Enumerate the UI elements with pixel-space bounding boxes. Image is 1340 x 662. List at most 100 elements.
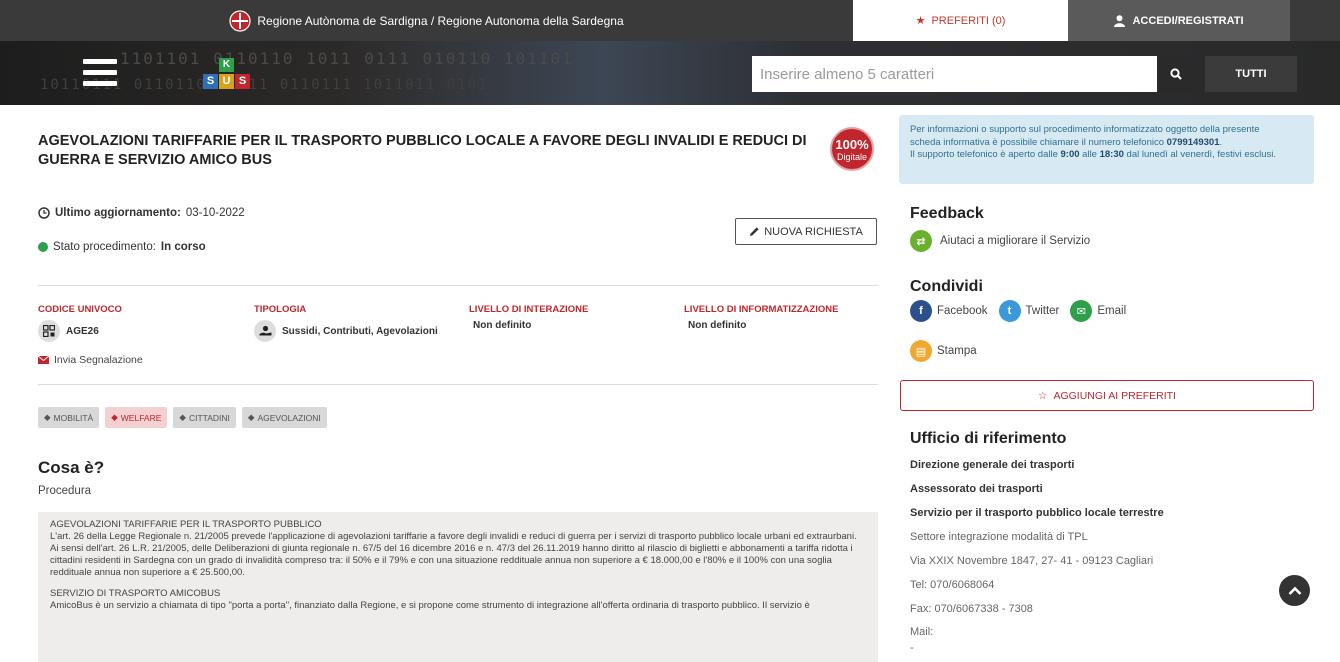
topbar-filler bbox=[1290, 0, 1340, 41]
twitter-icon: t bbox=[998, 300, 1021, 322]
info-line-2-end: . bbox=[1219, 136, 1223, 148]
new-request-label: NUOVA RICHIESTA bbox=[764, 225, 863, 238]
logo-letter-u: U bbox=[219, 74, 234, 89]
info-line-3-mid: alle bbox=[1079, 149, 1100, 160]
report-link[interactable]: Invia Segnalazione bbox=[38, 354, 143, 366]
search-icon bbox=[1170, 68, 1182, 80]
region-banner[interactable]: Regione Autònoma de Sardigna / Regione A… bbox=[0, 0, 853, 41]
code-value-text: AGE26 bbox=[66, 325, 99, 337]
feedback-link[interactable]: ⇄ Aiutaci a migliorare il Servizio bbox=[910, 230, 1090, 252]
share-facebook[interactable]: f Facebook bbox=[910, 300, 988, 322]
sus-logo[interactable]: K S U S bbox=[203, 58, 250, 90]
office-line: Direzione generale dei trasporti bbox=[910, 459, 1075, 471]
hand-coin-icon bbox=[254, 320, 276, 342]
print-link[interactable]: ▤ Stampa bbox=[910, 340, 977, 362]
logo-letter-s1: S bbox=[203, 74, 218, 89]
tag-benefits[interactable]: ◆ AGEVOLAZIONI bbox=[241, 407, 327, 428]
tag-label: AGEVOLAZIONI bbox=[257, 412, 321, 423]
pencil-icon bbox=[750, 227, 759, 236]
menu-icon[interactable] bbox=[83, 59, 117, 87]
tag-icon: ◆ bbox=[111, 412, 118, 422]
share-email[interactable]: ✉ Email bbox=[1070, 300, 1126, 322]
last-update-value: 03-10-2022 bbox=[185, 207, 245, 219]
typology-value-text: Sussidi, Contributi, Agevolazioni bbox=[282, 325, 438, 337]
support-hours-to: 18:30 bbox=[1099, 149, 1124, 160]
info-line-1: Per informazioni o supporto sul procedim… bbox=[910, 124, 1260, 135]
facebook-icon: f bbox=[910, 300, 932, 322]
typology-value: Sussidi, Contributi, Agevolazioni bbox=[254, 320, 438, 342]
procedure-status: Stato procedimento: In corso bbox=[38, 241, 206, 253]
star-outline-icon: ☆ bbox=[1038, 389, 1048, 402]
office-line: Settore integrazione modalità di TPL bbox=[910, 531, 1088, 543]
status-dot-icon bbox=[38, 242, 48, 252]
digital-badge-pct: 100% bbox=[835, 137, 869, 152]
tag-welfare[interactable]: ◆ WELFARE bbox=[105, 407, 168, 428]
twitter-label: Twitter bbox=[1025, 305, 1060, 317]
code-column: CODICE UNIVOCO AGE26 bbox=[38, 304, 122, 342]
office-phone: Tel: 070/6068064 bbox=[910, 579, 995, 591]
search-button[interactable] bbox=[1157, 56, 1195, 92]
report-label: Invia Segnalazione bbox=[54, 354, 143, 366]
paragraph-text: Ai sensi dell'art. 26 L.R. 21/2005, dell… bbox=[50, 543, 853, 578]
logo-letter-k: K bbox=[219, 58, 234, 72]
paragraph-text: L'art. 26 della Legge Regionale n. 21/20… bbox=[50, 531, 857, 542]
scroll-to-top-button[interactable] bbox=[1279, 575, 1310, 606]
status-label: Stato procedimento: bbox=[53, 241, 156, 253]
add-favorites-button[interactable]: ☆ AGGIUNGI AI PREFERITI bbox=[900, 380, 1314, 411]
print-label: Stampa bbox=[937, 345, 977, 357]
facebook-label: Facebook bbox=[937, 305, 988, 317]
digitization-level-value: Non definito bbox=[688, 320, 747, 331]
status-value: In corso bbox=[160, 241, 206, 253]
add-favorites-label: AGGIUNGI AI PREFERITI bbox=[1053, 389, 1176, 402]
tag-icon: ◆ bbox=[247, 412, 255, 422]
tag-list: ◆ MOBILITÀ ◆ WELFARE ◆ CITTADINI ◆ AGEVOLAZI… bbox=[38, 407, 327, 428]
interaction-level-value: Non definito bbox=[473, 320, 532, 331]
typology-label: TIPOLOGIA bbox=[254, 304, 307, 315]
interaction-level-label: LIVELLO DI INTERAZIONE bbox=[469, 304, 589, 315]
page-title: AGEVOLAZIONI TARIFFARIE PER IL TRASPORTO… bbox=[38, 133, 807, 168]
section-subheading: Procedura bbox=[38, 485, 92, 497]
share-twitter[interactable]: t Twitter bbox=[998, 300, 1060, 322]
info-line-2: scheda informativa è possibile chiamare … bbox=[910, 137, 1303, 150]
last-update: Ultimo aggiornamento: 03-10-2022 bbox=[38, 207, 245, 219]
office-fax: Fax: 070/6067338 - 7308 bbox=[910, 603, 1033, 615]
tag-label: MOBILITÀ bbox=[53, 412, 94, 423]
info-line-2-text: scheda informativa è possibile chiamare … bbox=[910, 136, 1167, 148]
login-button[interactable]: ACCEDI/REGISTRATI bbox=[1068, 0, 1290, 41]
new-request-button[interactable]: NUOVA RICHIESTA bbox=[735, 218, 877, 245]
office-address: Via XXIX Novembre 1847, 27- 41 - 09123 C… bbox=[910, 555, 1154, 567]
search-filter-button[interactable]: TUTTI bbox=[1205, 56, 1297, 92]
feedback-label: Aiutaci a migliorare il Servizio bbox=[940, 235, 1091, 247]
office-line: Servizio per il trasporto pubblico local… bbox=[910, 507, 1164, 519]
top-bar: Regione Autònoma de Sardigna / Regione A… bbox=[0, 0, 1340, 41]
chevron-up-icon bbox=[1288, 586, 1301, 595]
favorites-link[interactable]: ★ PREFERITI (0) bbox=[853, 0, 1068, 41]
star-icon: ★ bbox=[915, 15, 926, 27]
email-label: Email bbox=[1097, 305, 1127, 317]
clock-icon bbox=[38, 207, 50, 219]
header-decoration: 1101101 0110110 1011 0111 010110 101101 bbox=[120, 49, 574, 68]
envelope-icon bbox=[38, 356, 49, 364]
search-input[interactable] bbox=[752, 56, 1157, 92]
favorites-label: PREFERITI (0) bbox=[931, 14, 1006, 27]
code-value: AGE26 bbox=[38, 320, 122, 342]
tag-mobility[interactable]: ◆ MOBILITÀ bbox=[38, 407, 100, 428]
paragraph-title: SERVIZIO DI TRASPORTO AMICOBUS bbox=[50, 588, 221, 599]
divider bbox=[38, 384, 878, 385]
tag-label: CITTADINI bbox=[188, 412, 230, 423]
email-icon: ✉ bbox=[1070, 300, 1093, 322]
section-heading: Cosa è? bbox=[38, 458, 105, 477]
code-label: CODICE UNIVOCO bbox=[38, 304, 122, 315]
digital-badge: 100% Digitale bbox=[830, 127, 874, 171]
office-mail-label: Mail: bbox=[910, 626, 934, 638]
support-info-box: Per informazioni o supporto sul procedim… bbox=[899, 115, 1314, 184]
tag-label: WELFARE bbox=[120, 412, 162, 423]
info-line-3-end: dal lunedì al venerdì, festivi esclusi. bbox=[1123, 149, 1277, 160]
office-mail-value: - bbox=[910, 642, 914, 654]
tag-citizens[interactable]: ◆ CITTADINI bbox=[173, 407, 236, 428]
support-hours-from: 9:00 bbox=[1060, 149, 1080, 160]
office-line: Assessorato dei trasporti bbox=[910, 483, 1043, 495]
tag-icon: ◆ bbox=[44, 412, 51, 422]
feedback-heading: Feedback bbox=[910, 205, 984, 222]
login-label: ACCEDI/REGISTRATI bbox=[1132, 14, 1244, 27]
